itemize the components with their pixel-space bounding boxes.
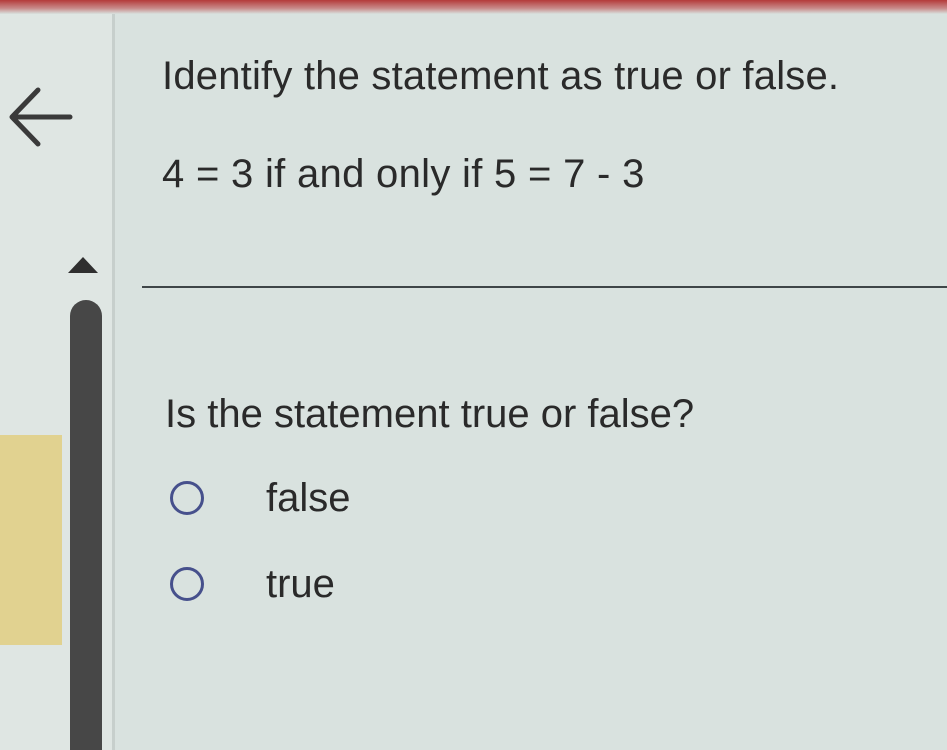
question-prompt: Identify the statement as true or false.	[162, 54, 840, 98]
option-true[interactable]: true	[170, 562, 335, 606]
scroll-up-icon[interactable]	[66, 255, 100, 275]
sidebar-edge	[112, 14, 115, 750]
option-false[interactable]: false	[170, 476, 351, 520]
section-divider	[142, 286, 947, 288]
back-arrow-icon[interactable]	[4, 82, 74, 152]
option-false-label[interactable]: false	[266, 476, 351, 521]
scrollbar[interactable]	[70, 300, 102, 750]
radio-true[interactable]	[170, 567, 204, 601]
option-true-label[interactable]: true	[266, 562, 335, 607]
side-highlight-panel	[0, 435, 62, 645]
logic-statement: 4 = 3 if and only if 5 = 7 - 3	[162, 152, 645, 196]
top-bar	[0, 0, 947, 14]
answer-question: Is the statement true or false?	[165, 392, 695, 436]
radio-false[interactable]	[170, 481, 204, 515]
